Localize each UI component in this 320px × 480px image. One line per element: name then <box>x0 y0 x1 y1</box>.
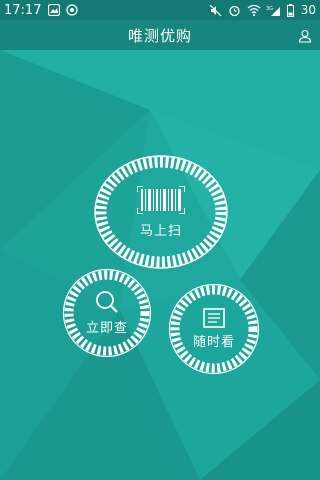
wifi-icon <box>247 3 261 17</box>
view-label: 随时看 <box>192 335 235 350</box>
document-icon <box>203 308 225 328</box>
search-icon <box>96 291 118 313</box>
signal-icon: 3G <box>266 3 282 17</box>
view-button[interactable]: 随时看 <box>168 283 260 375</box>
battery-level: 30 <box>300 3 316 17</box>
status-bar: 17:17 3G 30 <box>0 0 320 20</box>
scan-label: 马上扫 <box>139 223 182 239</box>
alarm-icon <box>228 3 242 17</box>
search-label: 立即查 <box>85 321 128 336</box>
app-title: 唯测优购 <box>127 26 192 45</box>
status-time: 17:17 <box>4 2 42 18</box>
image-icon <box>47 3 61 17</box>
barcode-icon <box>137 185 185 214</box>
notification-icon <box>65 3 79 17</box>
mute-icon <box>209 3 223 17</box>
scan-button[interactable]: 马上扫 <box>94 155 228 269</box>
search-button[interactable]: 立即查 <box>62 268 152 358</box>
app-bar: 唯测优购 <box>0 20 320 50</box>
user-icon[interactable] <box>298 28 312 43</box>
svg-text:3G: 3G <box>266 6 273 12</box>
battery-icon <box>287 3 295 17</box>
